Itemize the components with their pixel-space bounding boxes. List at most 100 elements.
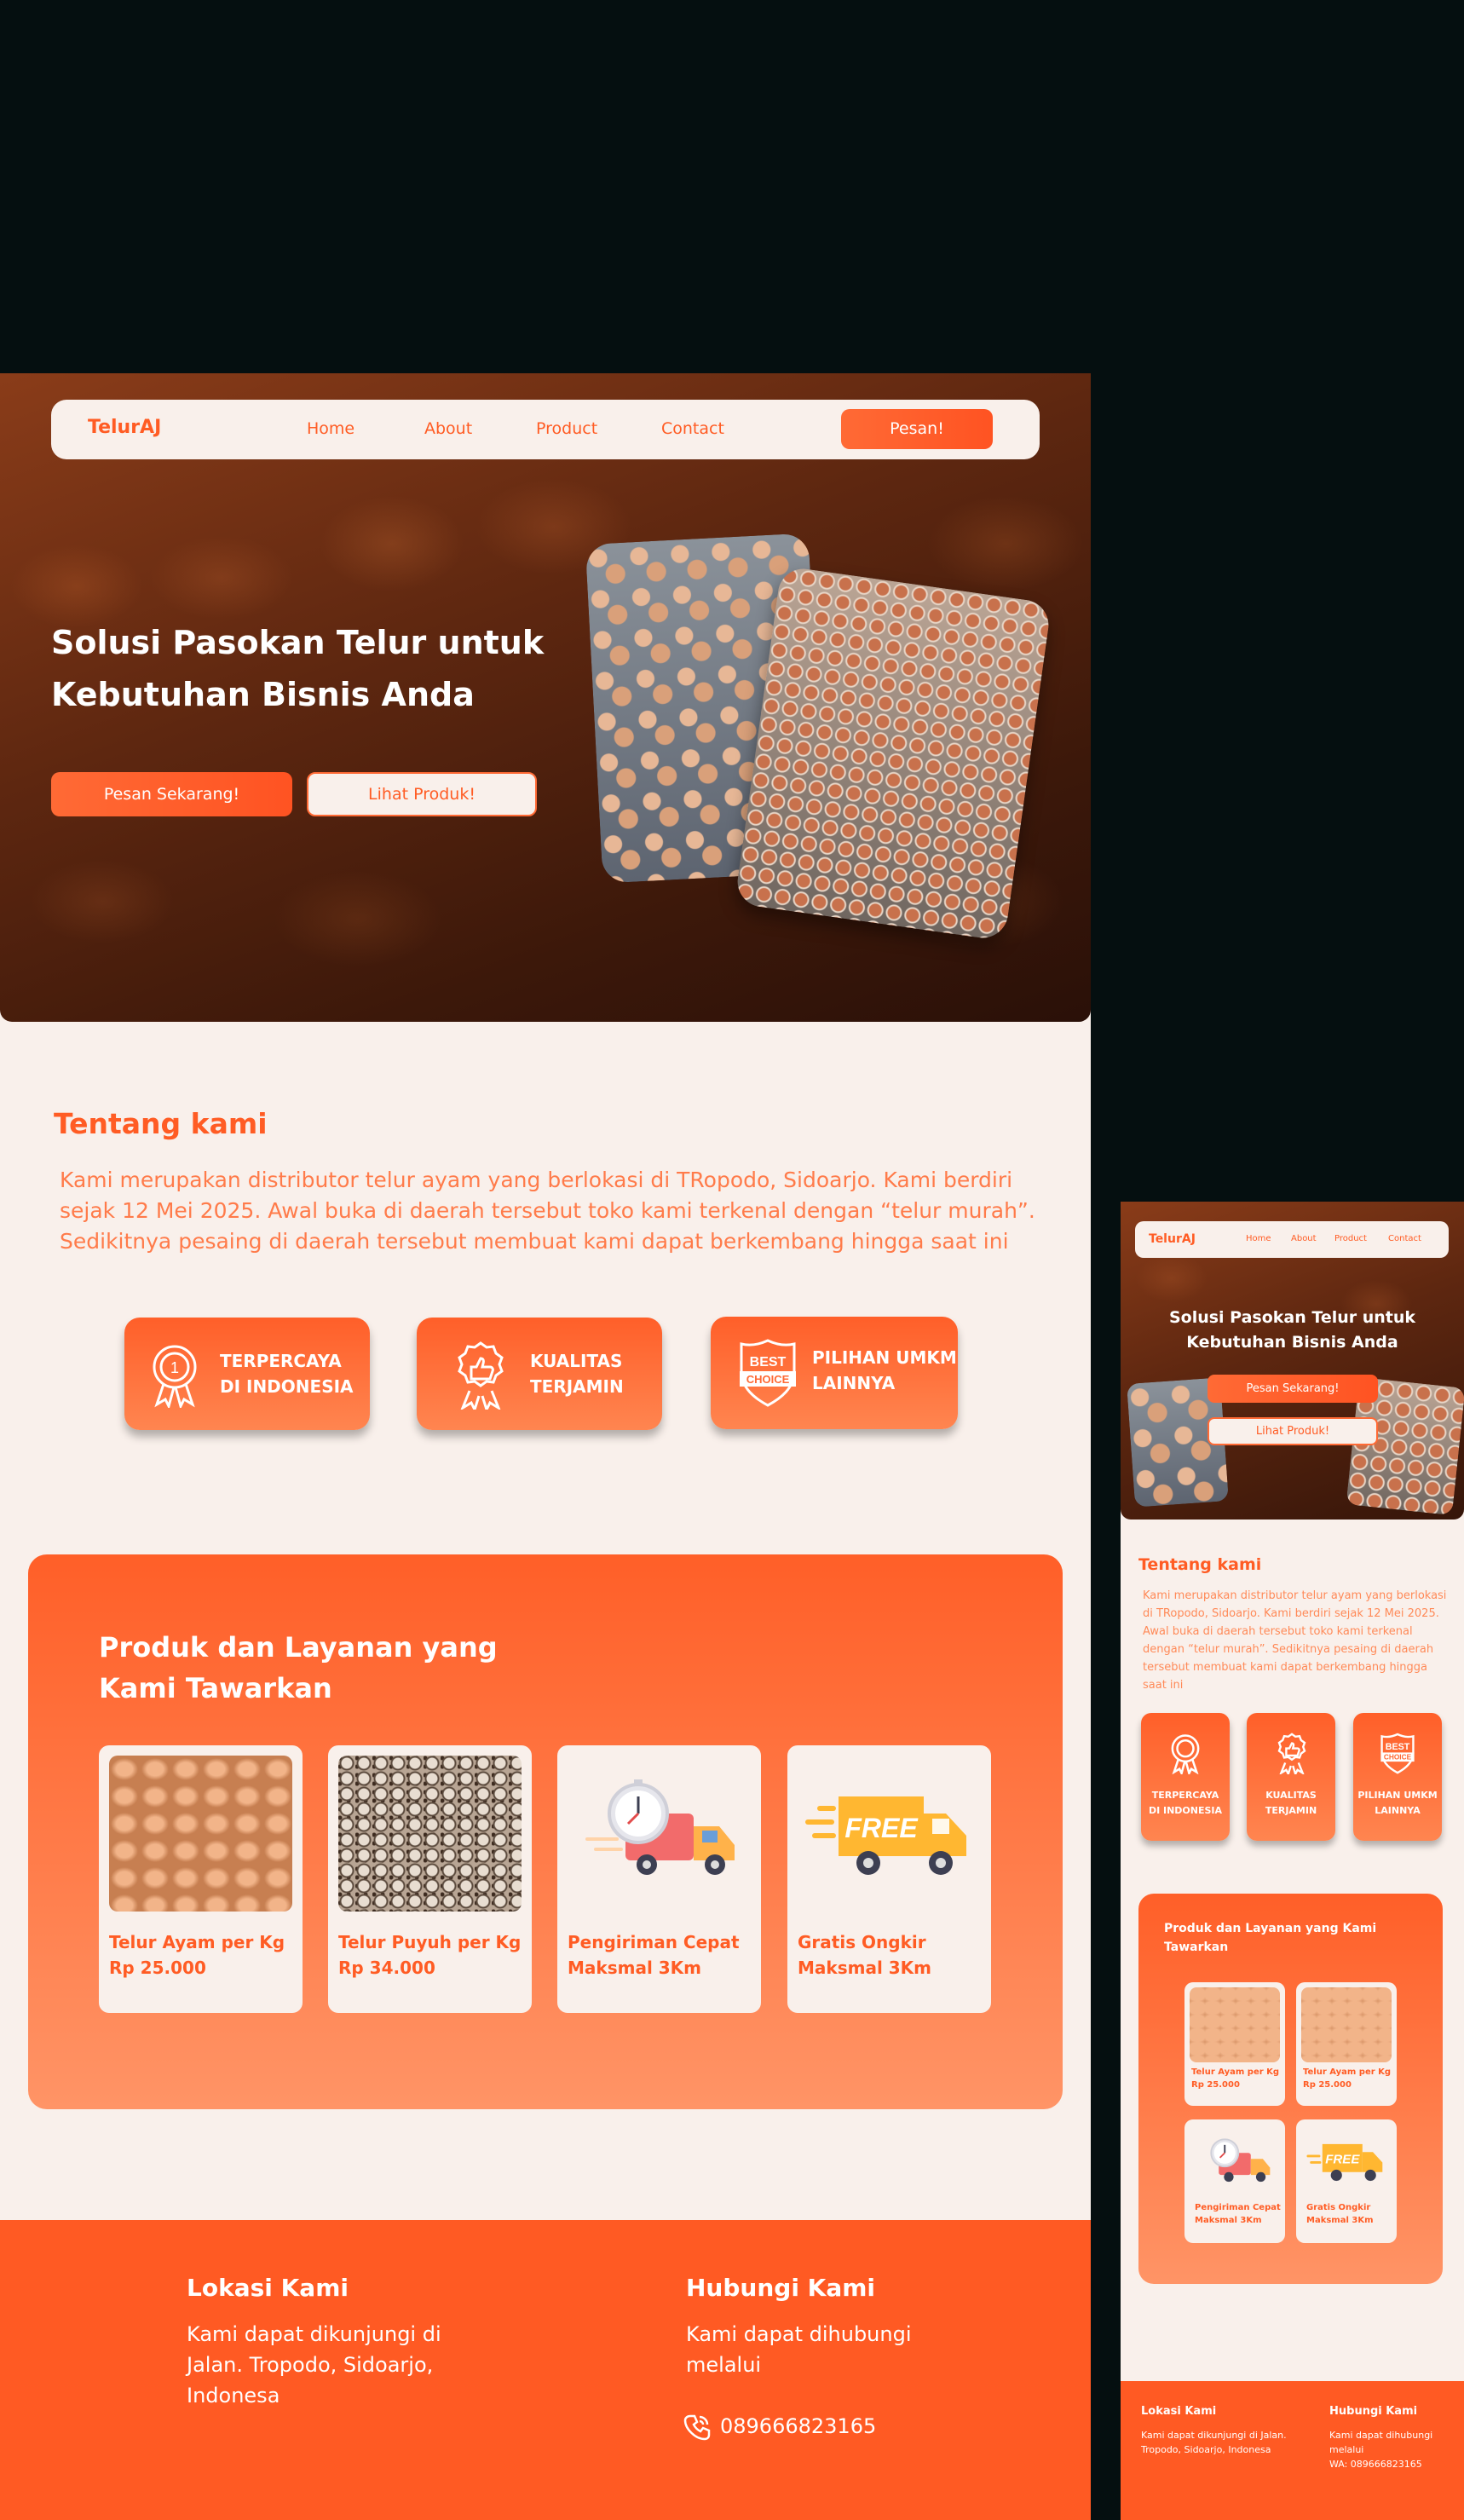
products-title-line1: Produk dan Layanan yang <box>99 1631 498 1664</box>
service-name: Gratis Ongkir <box>798 1932 926 1952</box>
product-card[interactable]: Telur Ayam per Kg Rp 25.000 <box>99 1745 303 2013</box>
product-price: Rp 25.000 <box>109 1958 206 1978</box>
mobile-hero-title-line1: Solusi Pasokan Telur untuk <box>1168 1308 1416 1327</box>
mobile-products-section: Produk dan Layanan yang Kami Tawarkan Te… <box>1138 1894 1443 2284</box>
mobile-products-title: Produk dan Layanan yang Kami Tawarkan <box>1164 1922 1377 1954</box>
thumbs-up-badge-icon <box>458 1341 504 1410</box>
badge-best-choice: BEST CHOICE PILIHAN UMKM LAINNYA <box>711 1317 958 1429</box>
nav-home[interactable]: Home <box>307 419 354 438</box>
svg-text:CHOICE: CHOICE <box>1384 1753 1412 1762</box>
service-detail: Maksmal 3Km <box>798 1958 932 1978</box>
service-detail: Maksmal 3Km <box>1306 2216 1374 2225</box>
hero-section: TelurAJ Home About Product Contact Pesan… <box>0 373 1091 1022</box>
product-price: Rp 25.000 <box>1303 2080 1352 2090</box>
badge-best-choice-line1: PILIHAN UMKM <box>812 1347 957 1368</box>
product-price: Rp 34.000 <box>338 1958 435 1978</box>
footer-location-text: Kami dapat dikunjungi di Jalan. Tropodo,… <box>187 2322 441 2408</box>
mobile-badge-quality-line1: KUALITAS <box>1265 1790 1317 1801</box>
brown-eggs-image <box>109 1756 292 1912</box>
mobile-nav-product[interactable]: Product <box>1334 1234 1367 1243</box>
badge-quality: KUALITAS TERJAMIN <box>417 1318 662 1430</box>
free-delivery-truck-icon: FREE <box>1306 2143 1383 2182</box>
mobile-nav-home[interactable]: Home <box>1246 1234 1271 1243</box>
mobile-product-card[interactable]: Telur Ayam per Kg Rp 25.000 <box>1184 1982 1285 2106</box>
badge-trusted-line1: TERPERCAYA <box>220 1351 342 1371</box>
nav-product[interactable]: Product <box>536 419 597 438</box>
mobile-hero-title: Solusi Pasokan Telur untuk Kebutuhan Bis… <box>1155 1306 1430 1355</box>
footer-location-title: Lokasi Kami <box>187 2274 349 2302</box>
mobile-about-title: Tentang kami <box>1138 1555 1262 1574</box>
badge-quality-line2: TERJAMIN <box>530 1376 624 1397</box>
product-name: Telur Ayam per Kg <box>1303 2067 1392 2077</box>
mobile-badge-best-choice-line1: PILIHAN UMKM <box>1357 1790 1438 1801</box>
nav-about[interactable]: About <box>424 419 472 438</box>
footer-phone[interactable]: 089666823165 <box>720 2411 876 2442</box>
products-title-line2: Kami Tawarkan <box>99 1672 332 1704</box>
svg-text:BEST: BEST <box>750 1355 787 1370</box>
service-name: Pengiriman Cepat <box>1195 2203 1281 2212</box>
product-name: Telur Puyuh per Kg <box>338 1932 522 1952</box>
mobile-hero-title-line2: Kebutuhan Bisnis Anda <box>1186 1333 1398 1352</box>
hero-title-line2: Kebutuhan Bisnis Anda <box>51 676 475 713</box>
mobile-nav-contact[interactable]: Contact <box>1388 1234 1421 1243</box>
medal-icon <box>1171 1734 1200 1774</box>
product-name: Telur Ayam per Kg <box>1191 2067 1280 2077</box>
egg-tray-photo-2 <box>734 565 1052 942</box>
mobile-hero-section: TelurAJ Home About Product Contact Solus… <box>1121 1202 1464 1519</box>
hero-title-line1: Solusi Pasokan Telur untuk <box>51 624 545 661</box>
desktop-page: TelurAJ Home About Product Contact Pesan… <box>0 373 1091 2520</box>
mobile-badge-best-choice: BEST CHOICE PILIHAN UMKM LAINNYA <box>1353 1713 1442 1841</box>
view-products-button[interactable]: Lihat Produk! <box>307 772 537 816</box>
service-card[interactable]: Pengiriman Cepat Maksmal 3Km <box>557 1745 761 2013</box>
mobile-order-now-button[interactable]: Pesan Sekarang! <box>1208 1375 1378 1403</box>
delivery-truck-clock-icon <box>585 1779 735 1875</box>
product-name: Telur Ayam per Kg <box>109 1932 285 1952</box>
brown-eggs-image <box>1190 1987 1280 2062</box>
delivery-truck-clock-icon <box>1210 2138 1271 2183</box>
mobile-service-card[interactable]: FREE Gratis Ongkir Maksmal 3Km <box>1296 2119 1397 2243</box>
mobile-footer-location-title: Lokasi Kami <box>1141 2405 1217 2418</box>
mobile-nav-about[interactable]: About <box>1291 1234 1317 1243</box>
navbar: TelurAJ Home About Product Contact Pesan… <box>51 400 1040 459</box>
mobile-badge-trusted: TERPERCAYA DI INDONESIA <box>1141 1713 1230 1841</box>
mobile-brand-logo[interactable]: TelurAJ <box>1149 1232 1196 1246</box>
mobile-service-card[interactable]: Pengiriman Cepat Maksmal 3Km <box>1184 2119 1285 2243</box>
order-button[interactable]: Pesan! <box>841 409 993 449</box>
about-text: Kami merupakan distributor telur ayam ya… <box>60 1168 1035 1254</box>
badge-trusted: 1 TERPERCAYA DI INDONESIA <box>124 1318 370 1430</box>
mobile-badge-quality-line2: TERJAMIN <box>1265 1805 1317 1816</box>
brown-eggs-image <box>1301 1987 1392 2062</box>
badge-quality-line1: KUALITAS <box>530 1351 623 1371</box>
nav-contact[interactable]: Contact <box>661 419 724 438</box>
service-name: Pengiriman Cepat <box>568 1932 740 1952</box>
mobile-footer-contact-title: Hubungi Kami <box>1329 2405 1418 2418</box>
phone-icon <box>683 2414 711 2441</box>
free-delivery-truck-icon: FREE <box>805 1796 966 1875</box>
thumbs-up-badge-icon <box>1277 1733 1306 1774</box>
footer-contact-title: Hubungi Kami <box>686 2274 876 2302</box>
mobile-footer-location-text: Kami dapat dikunjungi di Jalan. Tropodo,… <box>1141 2430 1287 2455</box>
about-title: Tentang kami <box>54 1107 268 1140</box>
product-price: Rp 25.000 <box>1191 2080 1240 2090</box>
quail-eggs-image <box>338 1756 522 1912</box>
mobile-product-card[interactable]: Telur Ayam per Kg Rp 25.000 <box>1296 1982 1397 2106</box>
best-choice-shield-icon: BEST CHOICE <box>740 1339 796 1407</box>
mobile-footer-phone[interactable]: WA: 089666823165 <box>1329 2459 1422 2470</box>
svg-text:1: 1 <box>170 1359 179 1376</box>
best-choice-shield-icon: BEST CHOICE <box>1380 1733 1415 1774</box>
mobile-badge-trusted-line2: DI INDONESIA <box>1148 1805 1223 1816</box>
mobile-about-text: Kami merupakan distributor telur ayam ya… <box>1143 1589 1447 1692</box>
service-detail: Maksmal 3Km <box>1195 2216 1262 2225</box>
service-card[interactable]: FREE Gratis Ongkir Maksmal 3Km <box>787 1745 991 2013</box>
footer-contact-text: Kami dapat dihubungi melalui <box>686 2322 912 2377</box>
brand-logo[interactable]: TelurAJ <box>88 417 161 438</box>
mobile-footer-contact-text: Kami dapat dihubungi melalui <box>1329 2430 1433 2455</box>
product-card[interactable]: Telur Puyuh per Kg Rp 34.000 <box>328 1745 532 2013</box>
mobile-badge-quality: KUALITAS TERJAMIN <box>1247 1713 1335 1841</box>
svg-text:CHOICE: CHOICE <box>746 1373 790 1386</box>
footer: Lokasi Kami Kami dapat dikunjungi di Jal… <box>0 2220 1091 2520</box>
service-name: Gratis Ongkir <box>1306 2203 1371 2212</box>
products-section: Produk dan Layanan yang Kami Tawarkan Te… <box>28 1554 1063 2109</box>
mobile-view-products-button[interactable]: Lihat Produk! <box>1208 1417 1378 1445</box>
order-now-button[interactable]: Pesan Sekarang! <box>51 772 292 816</box>
